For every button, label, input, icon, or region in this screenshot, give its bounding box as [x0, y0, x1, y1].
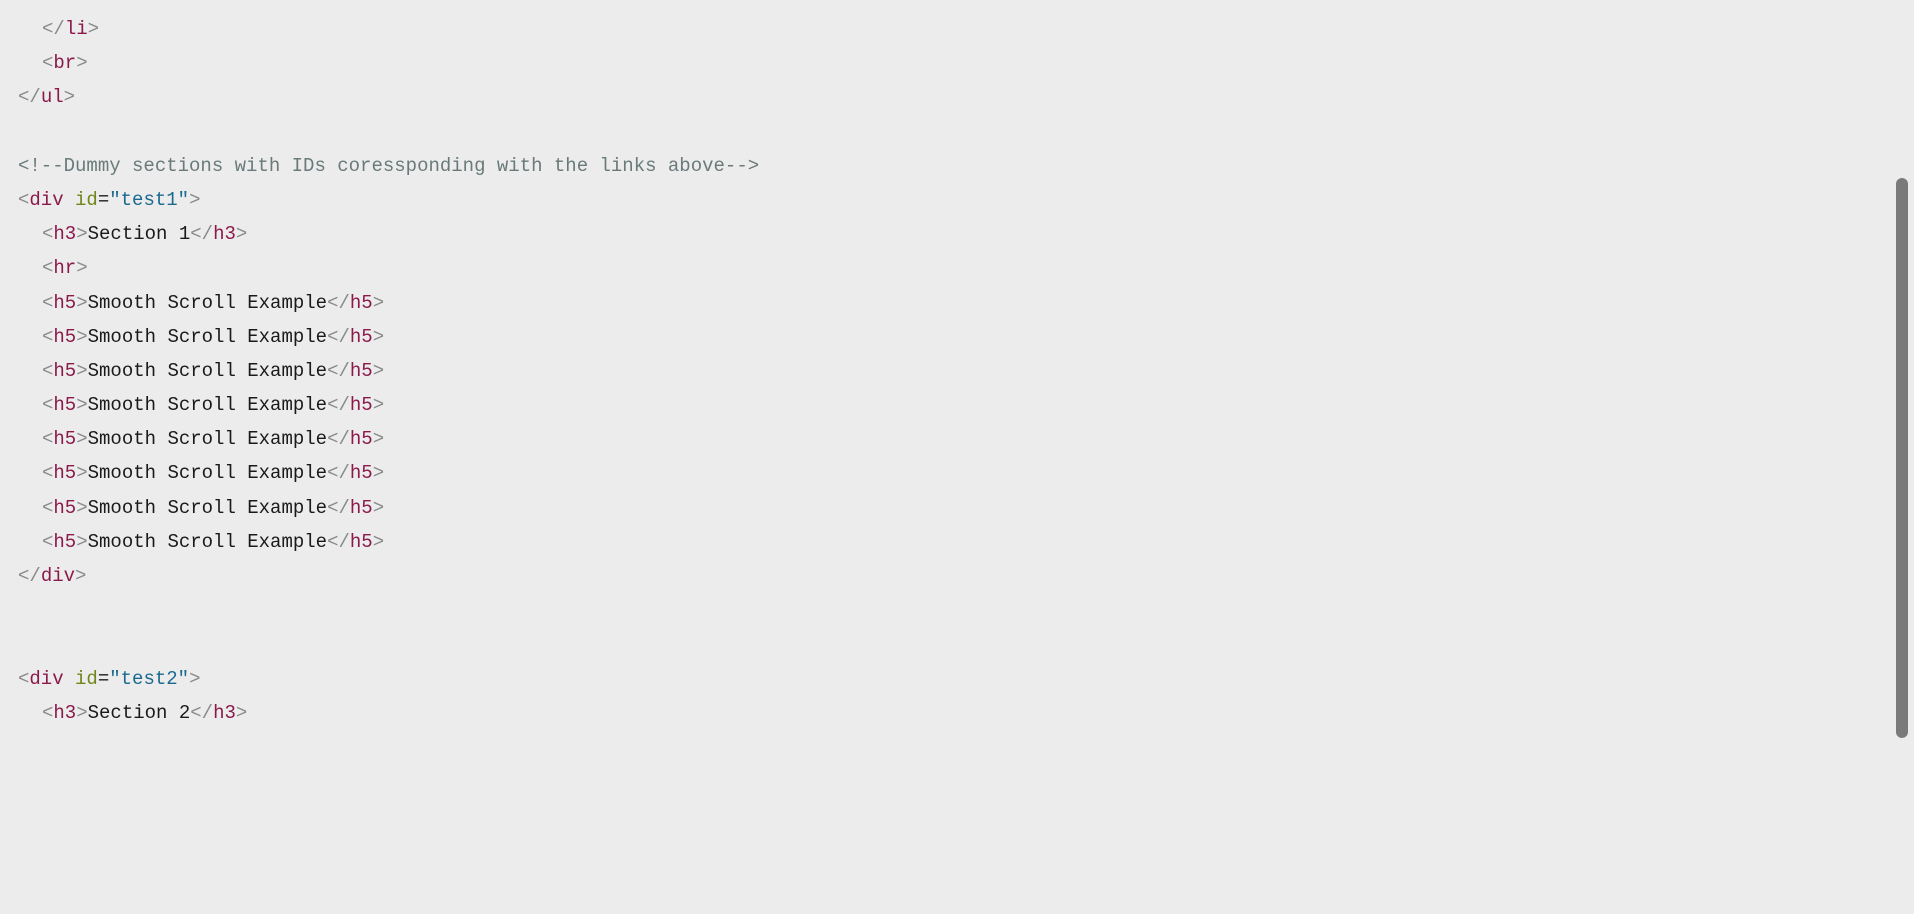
- tag-name: h3: [213, 702, 236, 724]
- code-line: </div>: [18, 559, 1896, 593]
- code-line: [18, 593, 1896, 627]
- text-content: Smooth Scroll Example: [88, 292, 327, 314]
- tag-name: h5: [53, 497, 76, 519]
- text-content: Smooth Scroll Example: [88, 326, 327, 348]
- code-line: <h5>Smooth Scroll Example</h5>: [18, 388, 1896, 422]
- code-line: <h5>Smooth Scroll Example</h5>: [18, 320, 1896, 354]
- code-line: <!--Dummy sections with IDs coresspondin…: [18, 149, 1896, 183]
- code-line: [18, 115, 1896, 149]
- text-content: Smooth Scroll Example: [88, 497, 327, 519]
- tag-name: h5: [53, 531, 76, 553]
- code-line: </ul>: [18, 80, 1896, 114]
- attr-value: "test1": [109, 189, 189, 211]
- code-comment: <!--Dummy sections with IDs coresspondin…: [18, 155, 759, 177]
- tag-name: h5: [53, 394, 76, 416]
- code-line: <h5>Smooth Scroll Example</h5>: [18, 286, 1896, 320]
- attr-value: "test2": [109, 668, 189, 690]
- scrollbar-thumb[interactable]: [1896, 178, 1908, 738]
- code-block: </li><br></ul> <!--Dummy sections with I…: [18, 12, 1896, 730]
- code-line: [18, 627, 1896, 661]
- attr-name: id: [75, 189, 98, 211]
- code-line: <h5>Smooth Scroll Example</h5>: [18, 491, 1896, 525]
- tag-name: h5: [53, 360, 76, 382]
- tag-name: h3: [213, 223, 236, 245]
- text-content: Section 1: [88, 223, 191, 245]
- tag-name: br: [53, 52, 76, 74]
- tag-name: h5: [350, 394, 373, 416]
- code-line: <h5>Smooth Scroll Example</h5>: [18, 525, 1896, 559]
- code-line: <h5>Smooth Scroll Example</h5>: [18, 422, 1896, 456]
- code-line: <h5>Smooth Scroll Example</h5>: [18, 456, 1896, 490]
- code-line: <br>: [18, 46, 1896, 80]
- tag-name: h5: [350, 462, 373, 484]
- attr-name: id: [75, 668, 98, 690]
- tag-name: h5: [53, 326, 76, 348]
- code-line: <div id="test2">: [18, 662, 1896, 696]
- code-line: <div id="test1">: [18, 183, 1896, 217]
- tag-name: h5: [350, 428, 373, 450]
- tag-name: h3: [53, 223, 76, 245]
- text-content: Section 2: [88, 702, 191, 724]
- tag-name: hr: [53, 257, 76, 279]
- tag-name: h5: [350, 292, 373, 314]
- tag-name: h5: [350, 531, 373, 553]
- text-content: Smooth Scroll Example: [88, 360, 327, 382]
- text-content: Smooth Scroll Example: [88, 428, 327, 450]
- code-line: <h3>Section 2</h3>: [18, 696, 1896, 730]
- tag-name: h5: [53, 292, 76, 314]
- tag-name: div: [41, 565, 75, 587]
- tag-name: h3: [53, 702, 76, 724]
- tag-name: h5: [350, 326, 373, 348]
- tag-name: h5: [350, 497, 373, 519]
- code-line: <h3>Section 1</h3>: [18, 217, 1896, 251]
- code-line: <h5>Smooth Scroll Example</h5>: [18, 354, 1896, 388]
- tag-name: li: [65, 18, 88, 40]
- tag-name: div: [29, 668, 63, 690]
- text-content: Smooth Scroll Example: [88, 462, 327, 484]
- code-line: </li>: [18, 12, 1896, 46]
- tag-name: ul: [41, 86, 64, 108]
- tag-name: div: [29, 189, 63, 211]
- code-line: <hr>: [18, 251, 1896, 285]
- tag-name: h5: [350, 360, 373, 382]
- tag-name: h5: [53, 428, 76, 450]
- text-content: Smooth Scroll Example: [88, 394, 327, 416]
- text-content: Smooth Scroll Example: [88, 531, 327, 553]
- tag-name: h5: [53, 462, 76, 484]
